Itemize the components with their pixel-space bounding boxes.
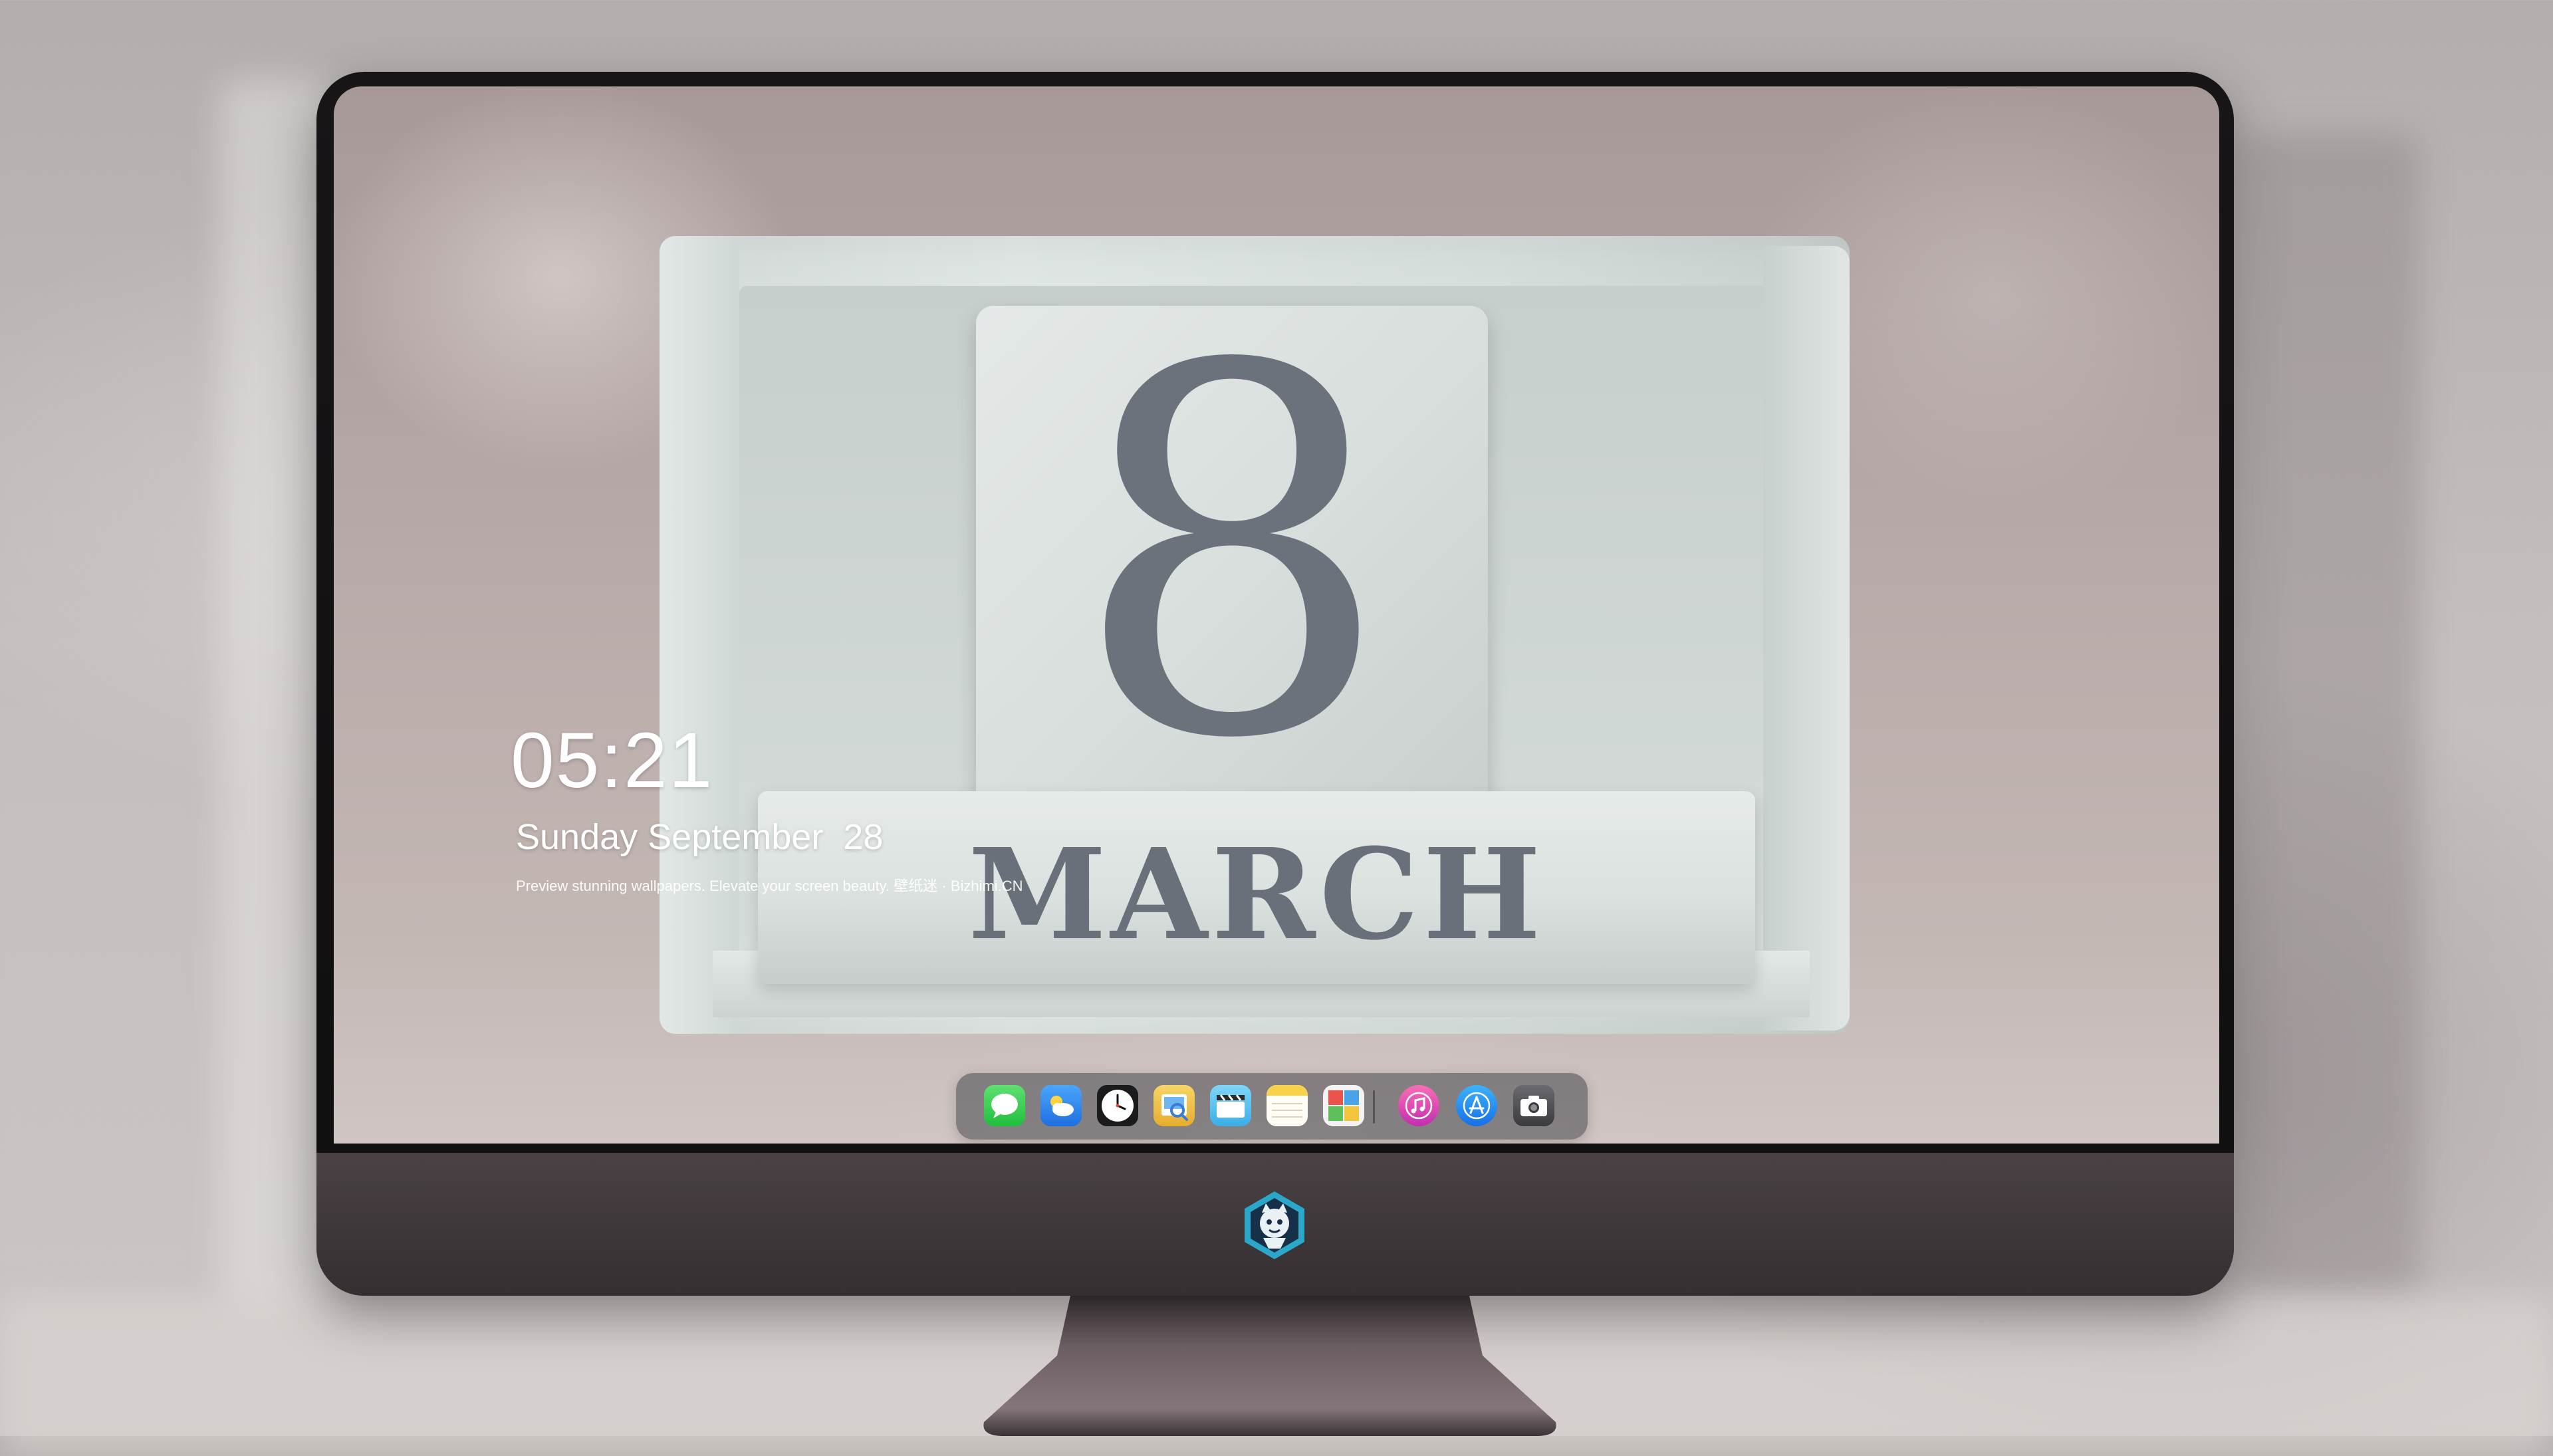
app-store-icon <box>1463 1092 1491 1120</box>
brand-logo <box>1238 1189 1311 1262</box>
clock-date: Sunday September 28 <box>516 817 884 857</box>
dock <box>956 1073 1588 1140</box>
app-store-app[interactable] <box>1456 1085 1497 1126</box>
desktop-screen: 8 MARCH 05:21 Sunday September 28 Previe… <box>334 86 2219 1144</box>
wallpaper-day-block: 8 <box>976 261 1488 849</box>
cloud-sun-icon <box>1050 1096 1074 1116</box>
photo-booth-app[interactable] <box>1323 1085 1364 1126</box>
wallpaper-calendar-right-wall <box>1763 246 1850 1031</box>
mascot-logo-icon <box>1245 1191 1304 1259</box>
wallpaper-calendar-left-wall <box>660 236 739 1034</box>
camera-icon <box>1520 1096 1547 1116</box>
dock-separator <box>1373 1090 1375 1124</box>
preview-icon <box>1161 1094 1188 1121</box>
wallpaper-day-number: 8 <box>1071 261 1393 849</box>
wallpaper-month-label: MARCH <box>968 820 1545 968</box>
monitor-stand-shape <box>983 1296 1556 1436</box>
monitor-stand <box>977 1296 1562 1436</box>
music-app[interactable] <box>1398 1085 1439 1126</box>
clips-app[interactable] <box>1210 1085 1251 1126</box>
preview-app[interactable] <box>1154 1085 1195 1126</box>
camera-app[interactable] <box>1513 1085 1554 1126</box>
background-blur-right <box>2247 133 2420 1296</box>
clock-time: 05:21 <box>511 717 714 804</box>
clock-app[interactable] <box>1097 1085 1138 1126</box>
notes-icon <box>1267 1085 1308 1118</box>
notes-app[interactable] <box>1267 1085 1308 1126</box>
photo-booth-icon <box>1328 1090 1359 1121</box>
clapperboard-icon <box>1217 1094 1245 1118</box>
message-bubble-icon <box>991 1094 1018 1118</box>
music-note-icon <box>1405 1092 1433 1120</box>
weather-app[interactable] <box>1040 1085 1082 1126</box>
clock-icon <box>1102 1090 1134 1122</box>
wallpaper-tagline: Preview stunning wallpapers. Elevate you… <box>516 878 1023 894</box>
messages-app[interactable] <box>984 1085 1025 1126</box>
